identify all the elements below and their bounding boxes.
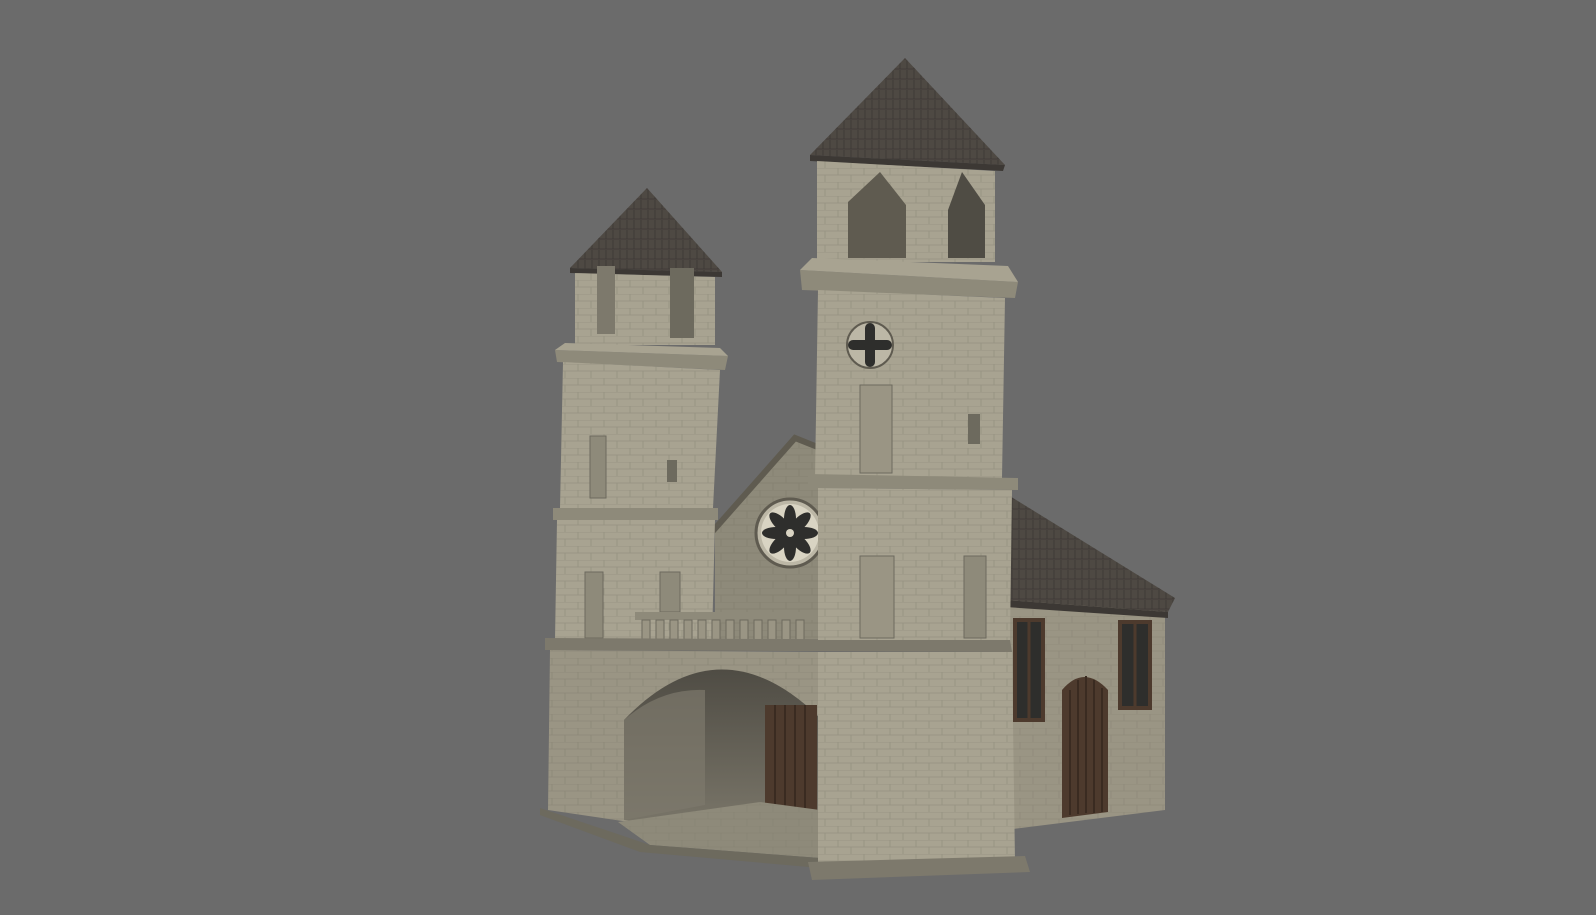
church-model (540, 58, 1175, 880)
rose-window-icon (754, 497, 826, 569)
right-tower (800, 58, 1030, 880)
render-viewport[interactable] (0, 0, 1596, 915)
side-wing (1000, 490, 1175, 830)
central-gable (709, 434, 826, 640)
porch-door (765, 705, 817, 815)
porch (540, 650, 820, 868)
cross-window-icon (846, 321, 894, 369)
left-tower (553, 188, 728, 640)
